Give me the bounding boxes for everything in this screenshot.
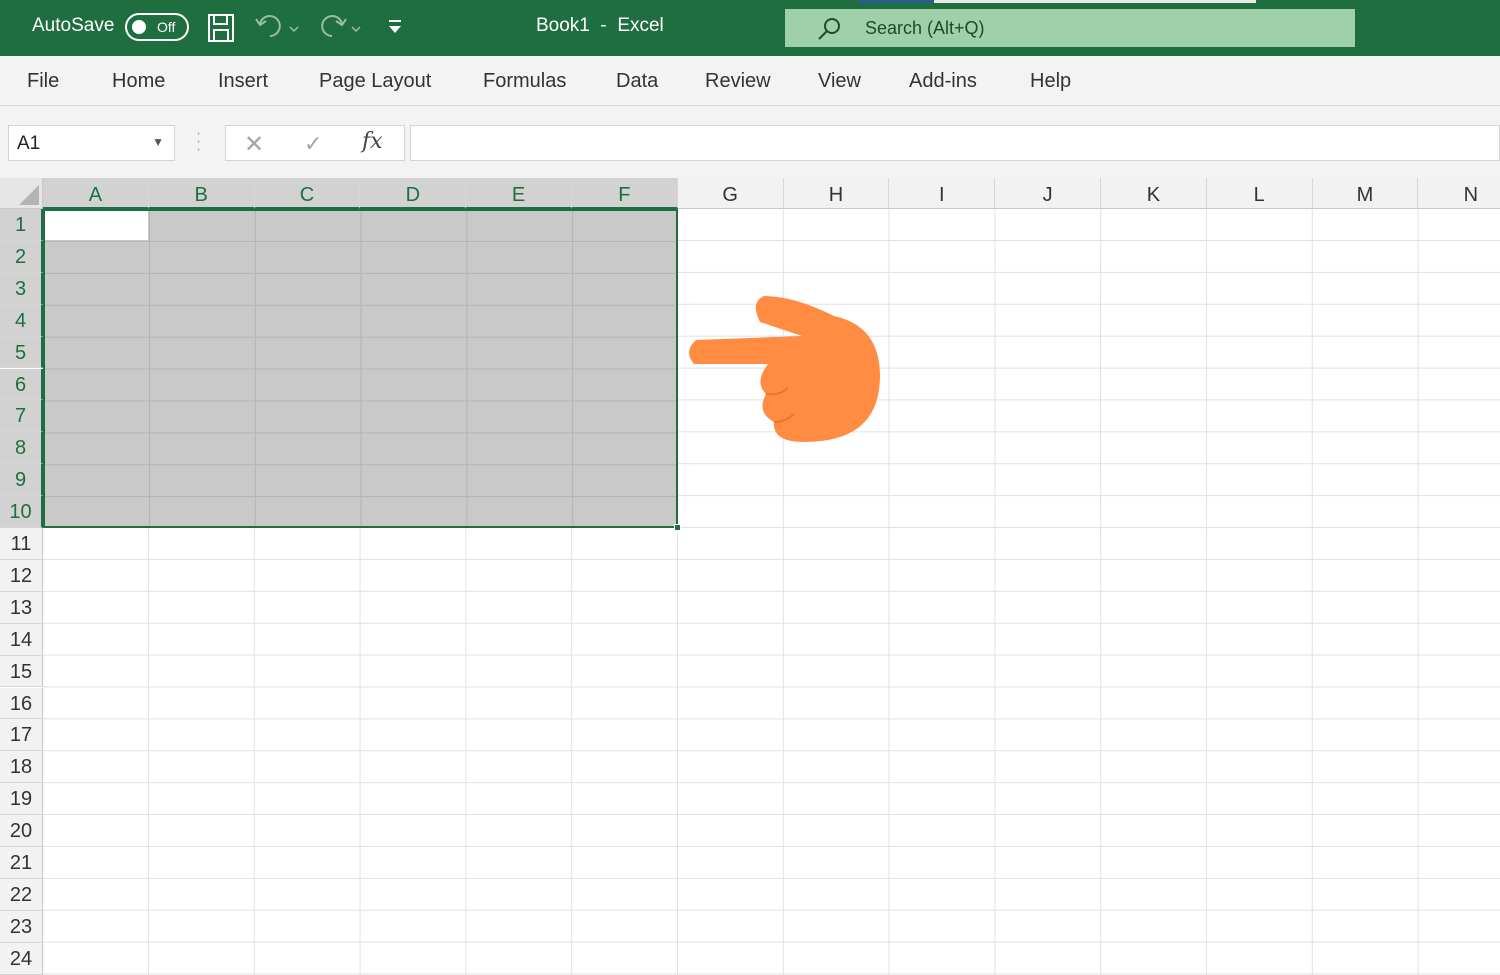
row-header-13[interactable]: 13	[0, 591, 43, 624]
title-bar-accent-line-dark	[858, 0, 934, 3]
row-header-11[interactable]: 11	[0, 528, 43, 560]
save-icon[interactable]	[206, 10, 236, 49]
document-title: Book1 - Excel	[536, 15, 664, 36]
column-header-h[interactable]: H	[783, 178, 890, 209]
autosave-toggle[interactable]: Off	[125, 13, 189, 41]
search-placeholder: Search (Alt+Q)	[865, 18, 985, 38]
customize-quick-access-icon[interactable]	[386, 18, 404, 43]
column-header-a[interactable]: A	[43, 178, 149, 209]
search-icon	[815, 15, 845, 48]
row-header-6[interactable]: 6	[0, 368, 43, 401]
ribbon-tabs: File Home Insert Page Layout Formulas Da…	[0, 56, 1500, 106]
select-all-triangle-icon	[19, 185, 39, 205]
column-header-c[interactable]: C	[254, 178, 361, 209]
cancel-icon[interactable]: ✕	[244, 130, 264, 159]
formula-input[interactable]	[410, 125, 1500, 161]
column-header-k[interactable]: K	[1101, 178, 1207, 209]
tab-view[interactable]: View	[818, 70, 861, 93]
row-header-4[interactable]: 4	[0, 304, 43, 337]
toggle-knob	[132, 20, 146, 34]
redo-icon[interactable]	[316, 10, 362, 49]
tab-review[interactable]: Review	[705, 70, 771, 93]
autosave-state: Off	[157, 19, 176, 35]
row-header-10[interactable]: 10	[0, 496, 43, 528]
row-header-21[interactable]: 21	[0, 847, 43, 879]
undo-icon[interactable]	[254, 10, 300, 49]
row-header-18[interactable]: 18	[0, 751, 43, 784]
enter-icon[interactable]: ✓	[304, 131, 322, 157]
formula-bar-grip-icon[interactable]: · · ·	[196, 126, 201, 158]
column-header-e[interactable]: E	[466, 178, 572, 209]
row-header-1[interactable]: 1	[0, 209, 43, 241]
tab-data[interactable]: Data	[616, 70, 658, 93]
select-all-button[interactable]	[0, 178, 43, 209]
column-header-m[interactable]: M	[1312, 178, 1419, 209]
row-header-5[interactable]: 5	[0, 336, 43, 369]
search-box[interactable]: Search (Alt+Q)	[785, 9, 1355, 47]
column-header-i[interactable]: I	[889, 178, 996, 209]
chevron-down-icon[interactable]: ▼	[152, 135, 164, 149]
formula-buttons: ✕ ✓ fx	[225, 125, 405, 161]
row-header-24[interactable]: 24	[0, 942, 43, 975]
active-cell[interactable]	[45, 211, 148, 240]
row-header-3[interactable]: 3	[0, 272, 43, 305]
tab-home[interactable]: Home	[112, 70, 165, 93]
tab-file[interactable]: File	[27, 70, 59, 93]
column-header-b[interactable]: B	[148, 178, 255, 209]
column-header-f[interactable]: F	[572, 178, 678, 209]
row-header-20[interactable]: 20	[0, 815, 43, 847]
row-header-9[interactable]: 9	[0, 464, 43, 497]
pointing-hand-icon	[684, 292, 884, 452]
title-bar: AutoSave Off Book1 - Excel Search (Alt+Q…	[0, 0, 1500, 56]
column-header-j[interactable]: J	[995, 178, 1101, 209]
tab-page-layout[interactable]: Page Layout	[319, 70, 431, 93]
row-header-22[interactable]: 22	[0, 878, 43, 911]
row-header-15[interactable]: 15	[0, 655, 43, 688]
tab-add-ins[interactable]: Add-ins	[909, 70, 977, 93]
tab-insert[interactable]: Insert	[218, 70, 268, 93]
name-box-value: A1	[17, 133, 41, 154]
column-header-l[interactable]: L	[1206, 178, 1313, 209]
insert-function-button[interactable]: fx	[362, 129, 383, 154]
column-header-g[interactable]: G	[677, 178, 784, 209]
column-header-n[interactable]: N	[1418, 178, 1500, 209]
row-header-19[interactable]: 19	[0, 783, 43, 816]
row-header-17[interactable]: 17	[0, 719, 43, 752]
tab-help[interactable]: Help	[1030, 70, 1071, 93]
row-header-7[interactable]: 7	[0, 400, 43, 433]
row-header-2[interactable]: 2	[0, 240, 43, 273]
name-box[interactable]: A1 ▼	[8, 125, 175, 161]
tab-formulas[interactable]: Formulas	[483, 70, 566, 93]
selected-range[interactable]	[43, 209, 678, 528]
row-header-16[interactable]: 16	[0, 687, 43, 720]
column-header-d[interactable]: D	[360, 178, 467, 209]
fill-handle[interactable]	[674, 524, 681, 531]
autosave-label: AutoSave	[32, 15, 115, 36]
row-header-14[interactable]: 14	[0, 623, 43, 656]
row-header-23[interactable]: 23	[0, 910, 43, 943]
row-header-12[interactable]: 12	[0, 559, 43, 592]
row-header-8[interactable]: 8	[0, 432, 43, 465]
